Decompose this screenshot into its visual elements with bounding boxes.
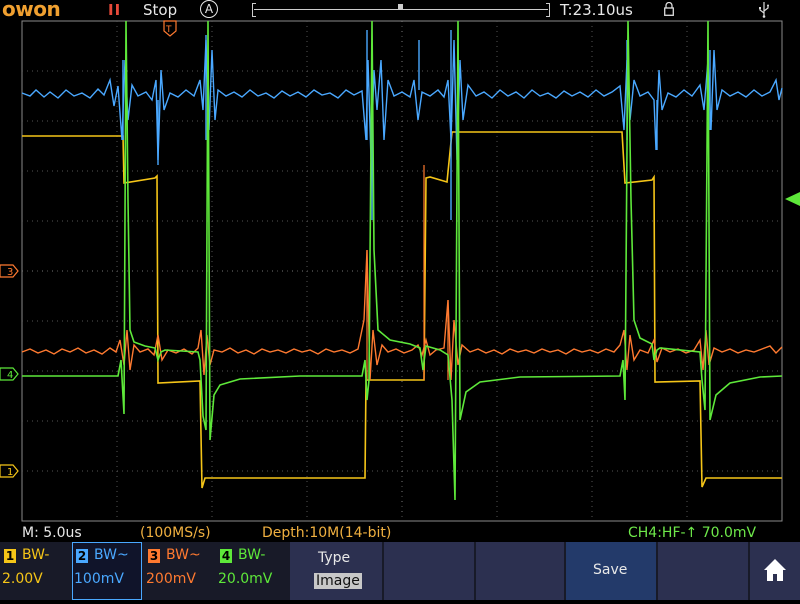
acquisition-status-bar: M: 5.0us (100MS/s) Depth:10M(14-bit) CH4… [0, 524, 800, 542]
channel-1-bandwidth: BW- [22, 547, 50, 563]
channel-2-settings[interactable]: 2 BW~ 100mV [72, 542, 142, 600]
lock-icon [664, 2, 674, 16]
top-status-bar: owon II Stop A T:23.10us [0, 0, 800, 21]
owon-logo: owon [2, 0, 61, 21]
save-type-menu[interactable]: Type Image [290, 542, 382, 600]
channel-1-scale: 2.00V [2, 571, 43, 587]
channel-2-bandwidth: BW~ [94, 547, 129, 563]
channel-1-settings[interactable]: 1 BW- 2.00V [0, 542, 70, 600]
timebase-readout[interactable]: M: 5.0us [22, 525, 82, 541]
home-icon [764, 559, 786, 581]
channel-3-scale: 200mV [146, 571, 196, 587]
record-depth-readout: Depth:10M(14-bit) [262, 525, 392, 541]
home-button[interactable] [750, 542, 800, 600]
save-button[interactable]: Save [566, 542, 656, 600]
trigger-position: T:23.10us [560, 1, 633, 19]
channel-4-bandwidth: BW- [238, 547, 266, 563]
pause-icon[interactable]: II [108, 1, 121, 19]
trigger-readout[interactable]: CH4:HF-↑ 70.0mV [628, 525, 756, 541]
channel-1-badge: 1 [4, 549, 16, 563]
svg-text:1: 1 [7, 467, 13, 478]
svg-text:4: 4 [7, 370, 13, 381]
save-type-label: Type [318, 550, 351, 566]
sample-rate-readout: (100MS/s) [140, 525, 211, 541]
channel-4-badge: 4 [220, 549, 232, 563]
channel-2-scale: 100mV [74, 571, 124, 587]
svg-text:T: T [165, 25, 172, 35]
channel-2-badge: 2 [76, 549, 88, 563]
position-marker [398, 4, 403, 10]
menu-slot-5[interactable] [658, 542, 748, 600]
bottom-menu-bar: 1 BW- 2.00V 2 BW~ 100mV 3 BW~ 200mV 4 BW… [0, 542, 800, 600]
memory-position-bar [252, 2, 550, 17]
run-state[interactable]: Stop [143, 1, 177, 19]
save-button-label: Save [593, 562, 628, 578]
channel-3-badge: 3 [148, 549, 160, 563]
channel-3-settings[interactable]: 3 BW~ 200mV [144, 542, 214, 600]
usb-icon [759, 2, 769, 18]
menu-slot-3[interactable] [476, 542, 564, 600]
channel-3-bandwidth: BW~ [166, 547, 201, 563]
menu-slot-2[interactable] [384, 542, 474, 600]
channel-4-scale: 20.0mV [218, 571, 273, 587]
channel-4-settings[interactable]: 4 BW- 20.0mV [216, 542, 286, 600]
waveform-display[interactable]: 3 4 1 T [0, 20, 800, 525]
svg-text:3: 3 [7, 267, 13, 278]
trigger-mode-indicator: A [200, 0, 218, 18]
save-type-value: Image [314, 573, 362, 589]
